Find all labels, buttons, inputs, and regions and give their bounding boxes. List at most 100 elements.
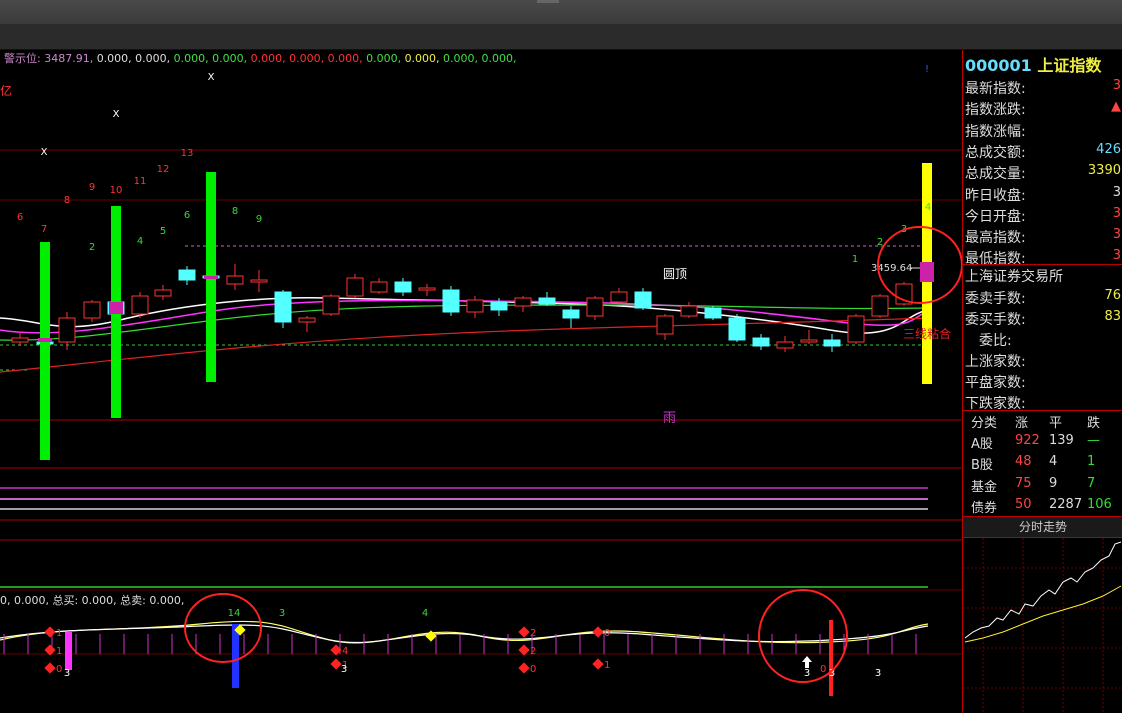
arrow-label: 0 — [820, 664, 826, 675]
quote-label: 总成交额: — [965, 144, 1026, 161]
candlestick — [562, 309, 580, 319]
quote-row: 昨日收盘: 3 — [965, 183, 1122, 204]
signal-marker — [204, 276, 218, 279]
sequence-count-red: 7 — [41, 224, 47, 235]
title-grip — [537, 0, 559, 3]
candlestick — [728, 317, 746, 341]
sequence-count-red: 11 — [134, 176, 147, 187]
signal-diamond-label: 2 — [530, 646, 536, 657]
quote-panel: 000001 上证指数 最新指数: 3 指数涨跌: ▲ 指数涨幅: 总成交额: 426 总成交… — [962, 50, 1122, 713]
sequence-count-green: 8 — [232, 206, 238, 217]
x-marker: X — [113, 109, 120, 120]
candlestick — [680, 305, 698, 317]
quote-row: 总成交额: 426 — [965, 140, 1122, 161]
quote-label: 最高指数: — [965, 230, 1026, 247]
quote-value: 3 — [1112, 248, 1121, 264]
breadth-cell: 7 — [1087, 475, 1096, 491]
candlestick — [538, 297, 556, 305]
up-arrow-icon — [802, 656, 812, 668]
sequence-count-red: 9 — [89, 182, 95, 193]
signal-diamond-label: 4 — [342, 646, 348, 657]
window-title-bar[interactable] — [0, 0, 1122, 24]
kline-chart[interactable]: 6789 101112132456 891234XXX!亿圆顶雨三线粘合3459.6… — [0, 50, 962, 713]
signal-diamond — [592, 626, 604, 638]
indicator-count-label: 14 — [228, 608, 241, 619]
candlestick — [871, 295, 889, 317]
candlestick — [752, 337, 770, 347]
quote-label: 总成交量: — [965, 166, 1026, 183]
breadth-cell: 4 — [1049, 454, 1058, 470]
kline-chart-area[interactable]: 警示位: 3487.91, 0.000, 0.000, 0.000, 0.000… — [0, 50, 962, 713]
toolbar — [0, 24, 1122, 50]
candlestick — [58, 317, 76, 343]
breadth-row: A股 922 139 — — [963, 431, 1122, 452]
pattern-label-round-top: 圆顶 — [663, 267, 687, 281]
quote-label: 平盘家数: — [965, 375, 1026, 391]
breadth-cell: 139 — [1049, 433, 1074, 448]
sequence-count-green: 4 — [925, 202, 931, 213]
quote-value: 76 — [1104, 288, 1121, 303]
candlestick — [274, 291, 292, 323]
quote-row: 委比: — [965, 328, 1122, 349]
quote-label: 委比: — [965, 333, 1012, 349]
candlestick — [83, 301, 101, 319]
signal-diamond — [44, 662, 56, 674]
breadth-cell: 1 — [1087, 454, 1096, 470]
signal-diamond-label: 0 — [56, 664, 62, 675]
breadth-cell: 75 — [1015, 475, 1032, 491]
candlestick — [586, 297, 604, 317]
quote-row: 平盘家数: — [965, 370, 1122, 391]
unit-label: 亿 — [0, 83, 12, 98]
x-marker: X — [208, 72, 215, 83]
breadth-cell: 涨 — [1015, 416, 1029, 431]
breadth-row: B股 48 4 1 — [963, 452, 1122, 473]
candlestick — [370, 281, 388, 293]
breadth-cell: 9 — [1049, 475, 1058, 491]
signal-diamond — [592, 658, 604, 670]
candlestick — [634, 291, 652, 309]
quote-value: 83 — [1104, 309, 1121, 324]
exchange-name: 上海证券交易所 — [965, 264, 1122, 285]
indicator-count-label: 4 — [422, 608, 428, 619]
sequence-count-green: 9 — [256, 214, 262, 225]
breadth-header: 分类 涨 平 跌 — [963, 410, 1122, 431]
quote-label: 昨日收盘: — [965, 187, 1026, 204]
quote-value: 3 — [1112, 78, 1121, 93]
quote-label: 委买手数: — [965, 312, 1026, 328]
indicator-curve-yellow — [0, 620, 929, 644]
quote-label: 委卖手数: — [965, 291, 1026, 307]
intraday-chart[interactable] — [963, 538, 1122, 713]
candlestick — [154, 289, 172, 297]
signal-marker — [109, 302, 123, 314]
indicator-bottom-label: 3 — [804, 668, 810, 679]
quote-row: 指数涨跌: ▲ — [965, 97, 1122, 118]
breadth-cell: 基金 — [971, 479, 998, 495]
candlestick — [178, 269, 196, 281]
quote-row: 最新指数: 3 — [965, 76, 1122, 97]
signal-bar — [40, 242, 50, 460]
quote-value: 3 — [1112, 227, 1121, 243]
quote-row: 上涨家数: — [965, 349, 1122, 370]
indicator-signal-bar — [65, 632, 72, 670]
breadth-cell: 106 — [1087, 496, 1112, 512]
candlestick — [466, 299, 484, 313]
signal-diamond-label: 0 — [530, 664, 536, 675]
sequence-count-red: 6 — [17, 212, 23, 223]
quote-label: 今日开盘: — [965, 208, 1026, 225]
sequence-count-red: 13 — [181, 148, 194, 159]
candlestick — [298, 317, 316, 323]
candlestick — [346, 277, 364, 297]
quote-row: 今日开盘: 3 — [965, 204, 1122, 225]
signal-marker — [38, 338, 52, 342]
sequence-count-green: 1 — [852, 254, 858, 265]
candlestick — [610, 291, 628, 303]
candlestick — [847, 315, 865, 343]
indicator-count-label: 3 — [279, 608, 285, 619]
signal-diamond — [518, 626, 530, 638]
quote-label: 上涨家数: — [965, 354, 1026, 370]
intraday-trend-tab[interactable]: 分时走势 — [963, 516, 1122, 538]
security-code: 000001 — [965, 56, 1032, 75]
quote-row: 最高指数: 3 — [965, 225, 1122, 246]
indicator-bottom-label: 3 — [875, 668, 881, 679]
quote-row: 指数涨幅: — [965, 119, 1122, 140]
